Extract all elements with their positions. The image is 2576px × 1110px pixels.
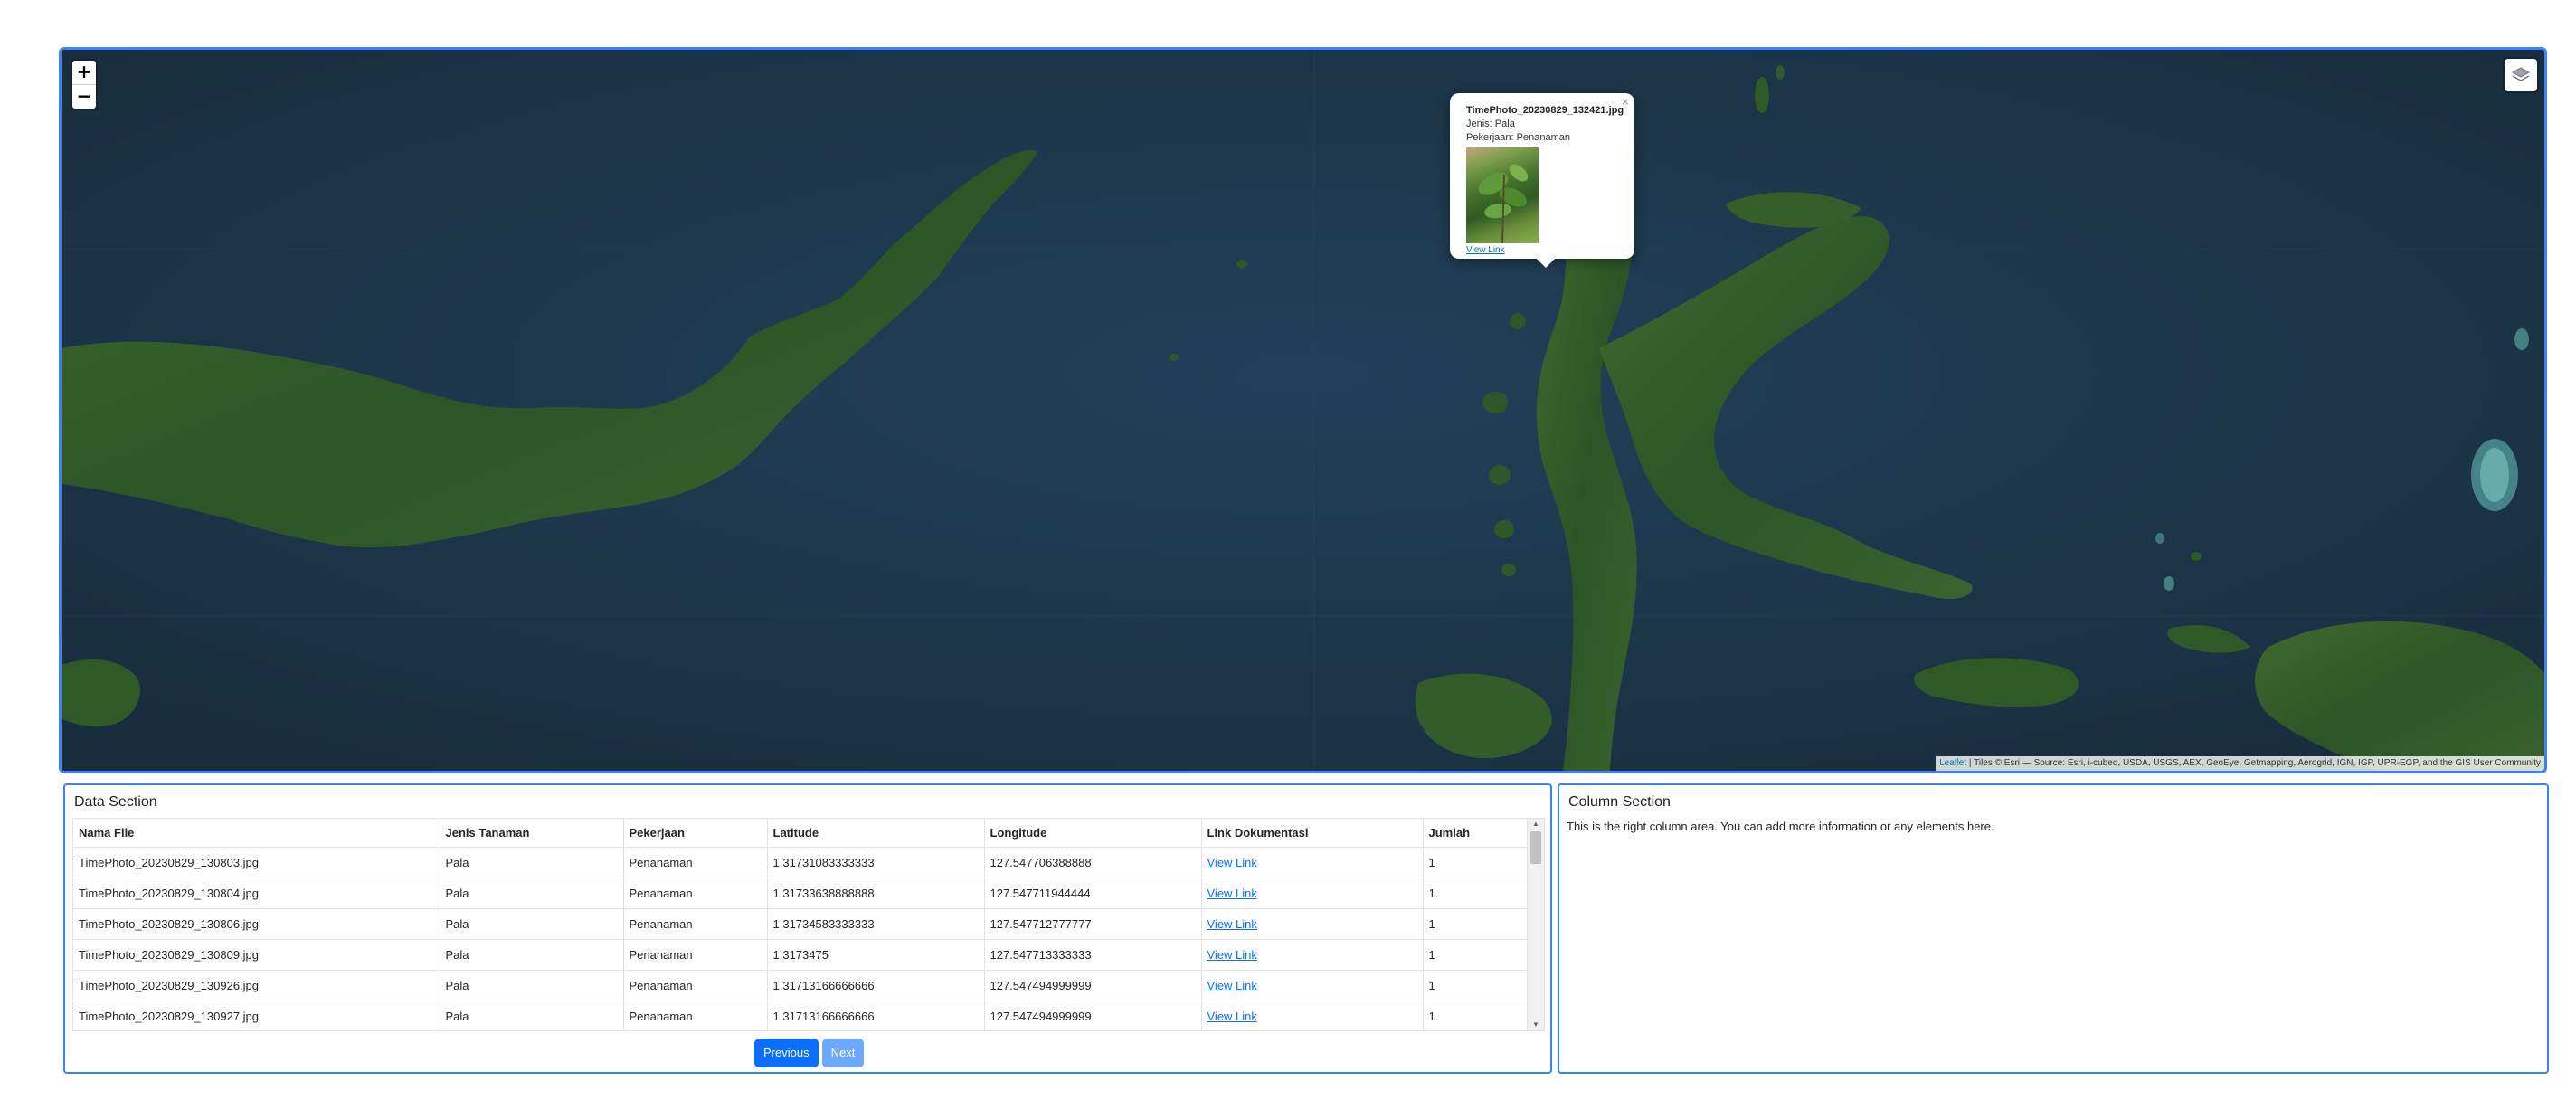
cell-link: View Link [1201,908,1424,940]
cell-link: View Link [1201,1001,1424,1030]
cell-latitude: 1.31734583333333 [767,908,985,940]
view-link[interactable]: View Link [1208,979,1257,992]
scroll-up-icon[interactable]: ▲ [1528,819,1544,830]
column-section-text: This is the right column area. You can a… [1567,820,1994,833]
cell-jumlah: 1 [1423,939,1529,971]
table-row: TimePhoto_20230829_130804.jpg Pala Penan… [73,878,1529,909]
cell-longitude: 127.547706388888 [984,847,1202,878]
scroll-down-icon[interactable]: ▼ [1528,1020,1544,1030]
cell-link: View Link [1201,939,1424,971]
cell-jumlah: 1 [1423,1001,1529,1030]
cell-pekerjaan: Penanaman [623,847,768,878]
cell-latitude: 1.31733638888888 [767,878,985,909]
layers-control[interactable] [2505,59,2537,91]
cell-latitude: 1.31713166666666 [767,1001,985,1030]
header-pekerjaan[interactable]: Pekerjaan [623,819,768,848]
cell-jumlah: 1 [1423,970,1529,1001]
data-section: Data Section Nama File Jenis Tanaman Pek… [63,783,1552,1074]
cell-nama-file: TimePhoto_20230829_130806.jpg [73,908,440,940]
cell-pekerjaan: Penanaman [623,970,768,1001]
popup-photo [1466,147,1539,243]
column-section: Column Section This is the right column … [1558,783,2549,1074]
tile-attribution-text: | Tiles © Esri — Source: Esri, i-cubed, … [1966,758,2541,768]
table-row: TimePhoto_20230829_130803.jpg Pala Penan… [73,847,1529,878]
cell-link: View Link [1201,878,1424,909]
pagination: Previous Next [754,1039,865,1067]
header-jumlah[interactable]: Jumlah [1423,819,1529,848]
cell-latitude: 1.31713166666666 [767,970,985,1001]
cell-link: View Link [1201,847,1424,878]
cell-nama-file: TimePhoto_20230829_130803.jpg [73,847,440,878]
cell-jumlah: 1 [1423,847,1529,878]
table-row: TimePhoto_20230829_130926.jpg Pala Penan… [73,970,1529,1001]
previous-button[interactable]: Previous [754,1039,819,1067]
popup-jenis: Jenis: Pala [1466,119,1515,129]
header-link-dokumentasi[interactable]: Link Dokumentasi [1201,819,1424,848]
cell-pekerjaan: Penanaman [623,1001,768,1030]
cell-latitude: 1.31731083333333 [767,847,985,878]
cell-jenis-tanaman: Pala [440,939,624,971]
map-popup: × TimePhoto_20230829_132421.jpg Jenis: P… [1450,93,1634,268]
cell-longitude: 127.547494999999 [984,1001,1202,1030]
table-header-row: Nama File Jenis Tanaman Pekerjaan Latitu… [73,819,1529,848]
popup-pekerjaan: Pekerjaan: Penanaman [1466,132,1570,143]
zoom-out-button[interactable]: − [72,85,96,109]
cell-jumlah: 1 [1423,878,1529,909]
map-attribution: Leaflet | Tiles © Esri — Source: Esri, i… [1936,756,2544,771]
table-scrollbar[interactable]: ▲ ▼ [1527,819,1544,1030]
cell-longitude: 127.547494999999 [984,970,1202,1001]
table-row: TimePhoto_20230829_130927.jpg Pala Penan… [73,1001,1529,1030]
satellite-map[interactable]: + − × TimePhoto_20230829_132421.jpg Jeni… [62,50,2544,771]
cell-jenis-tanaman: Pala [440,878,624,909]
cell-jumlah: 1 [1423,908,1529,940]
scrollbar-thumb[interactable] [1530,831,1541,864]
header-jenis-tanaman[interactable]: Jenis Tanaman [440,819,624,848]
cell-link: View Link [1201,970,1424,1001]
cell-latitude: 1.3173475 [767,939,985,971]
cell-longitude: 127.547711944444 [984,878,1202,909]
cell-longitude: 127.547712777777 [984,908,1202,940]
header-nama-file[interactable]: Nama File [73,819,440,848]
data-section-title: Data Section [74,794,157,810]
column-section-title: Column Section [1568,794,1671,810]
table-row: TimePhoto_20230829_130809.jpg Pala Penan… [73,939,1529,971]
popup-view-link[interactable]: View Link [1466,245,1505,255]
view-link[interactable]: View Link [1208,917,1257,931]
cell-nama-file: TimePhoto_20230829_130804.jpg [73,878,440,909]
table-row: TimePhoto_20230829_130806.jpg Pala Penan… [73,908,1529,940]
cell-pekerjaan: Penanaman [623,908,768,940]
view-link[interactable]: View Link [1208,887,1257,900]
header-latitude[interactable]: Latitude [767,819,985,848]
header-longitude[interactable]: Longitude [984,819,1202,848]
zoom-in-button[interactable]: + [72,61,96,85]
cell-pekerjaan: Penanaman [623,939,768,971]
zoom-control: + − [72,61,96,109]
view-link[interactable]: View Link [1208,856,1257,869]
plant-photo-image [1478,164,1529,243]
cell-nama-file: TimePhoto_20230829_130926.jpg [73,970,440,1001]
data-table: Nama File Jenis Tanaman Pekerjaan Latitu… [73,819,1529,1030]
cell-longitude: 127.547713333333 [984,939,1202,971]
data-table-scroll-area[interactable]: Nama File Jenis Tanaman Pekerjaan Latitu… [72,818,1545,1031]
popup-title: TimePhoto_20230829_132421.jpg [1466,105,1624,116]
cell-jenis-tanaman: Pala [440,847,624,878]
leaflet-attribution-link[interactable]: Leaflet [1939,758,1966,768]
cell-pekerjaan: Penanaman [623,878,768,909]
view-link[interactable]: View Link [1208,948,1257,962]
cell-nama-file: TimePhoto_20230829_130927.jpg [73,1001,440,1030]
cell-jenis-tanaman: Pala [440,970,624,1001]
next-button[interactable]: Next [821,1039,865,1067]
cell-nama-file: TimePhoto_20230829_130809.jpg [73,939,440,971]
layers-icon [2511,67,2531,81]
cell-jenis-tanaman: Pala [440,908,624,940]
view-link[interactable]: View Link [1208,1010,1257,1023]
popup-close-icon[interactable]: × [1622,95,1629,109]
cell-jenis-tanaman: Pala [440,1001,624,1030]
satellite-imagery [62,50,2544,771]
map-container[interactable]: + − × TimePhoto_20230829_132421.jpg Jeni… [59,47,2547,773]
